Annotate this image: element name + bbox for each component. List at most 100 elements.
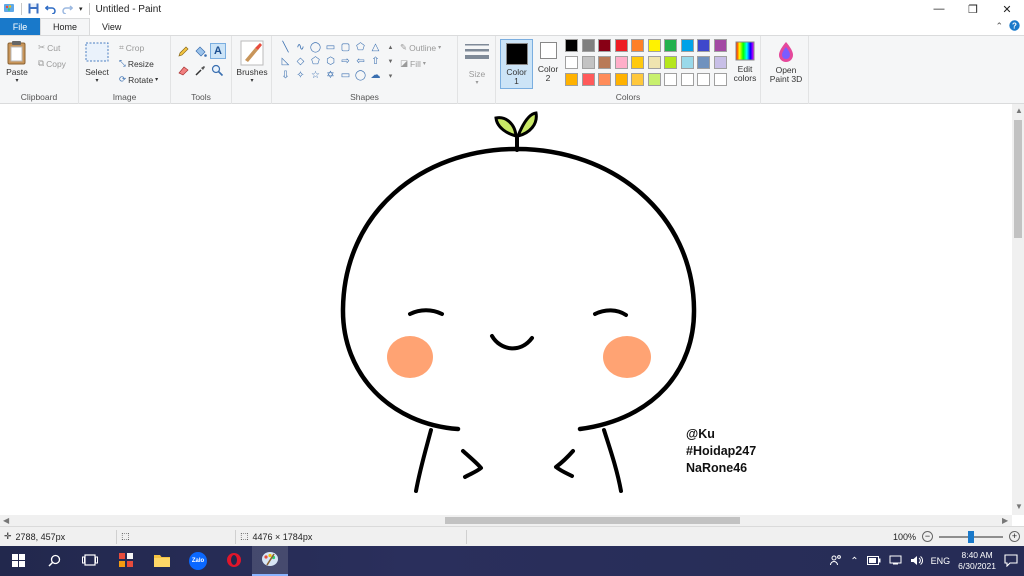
brushes-button[interactable]: Brushes ▾	[236, 40, 268, 86]
hexagon-shape-icon[interactable]: ⬡	[323, 55, 338, 69]
palette-swatch[interactable]	[631, 73, 644, 86]
four-point-star-shape-icon[interactable]: ✧	[293, 69, 308, 83]
drawing-canvas[interactable]	[0, 104, 1012, 515]
palette-swatch[interactable]	[697, 39, 710, 52]
show-hidden-icons-chevron-icon[interactable]: ⌃	[850, 556, 858, 567]
taskbar-opera[interactable]	[216, 546, 252, 576]
vertical-scroll-thumb[interactable]	[1014, 120, 1022, 238]
taskbar-app-store[interactable]	[108, 546, 144, 576]
palette-swatch[interactable]	[664, 56, 677, 69]
cut-button[interactable]: ✂ Cut	[38, 42, 60, 53]
gallery-scroll-down-icon[interactable]: ▼	[383, 55, 398, 69]
palette-swatch[interactable]	[680, 73, 694, 86]
palette-swatch[interactable]	[631, 56, 644, 69]
gallery-expand-icon[interactable]: ▾	[383, 69, 398, 83]
right-triangle-shape-icon[interactable]: ◺	[278, 55, 293, 69]
palette-swatch[interactable]	[680, 56, 694, 69]
right-arrow-shape-icon[interactable]: ⇨	[338, 55, 353, 69]
color2-button[interactable]: Color 2	[536, 42, 560, 83]
notifications-icon[interactable]	[1004, 553, 1018, 569]
palette-swatch[interactable]	[647, 56, 661, 69]
text-tool-icon[interactable]: A	[210, 43, 226, 59]
palette-swatch[interactable]	[664, 39, 677, 52]
palette-swatch[interactable]	[581, 56, 595, 69]
pencil-icon[interactable]	[177, 45, 190, 60]
palette-swatch[interactable]	[565, 39, 578, 52]
curve-shape-icon[interactable]: ∿	[293, 41, 308, 55]
paste-button[interactable]: Paste ▾	[6, 40, 28, 86]
zoom-slider-thumb[interactable]	[968, 530, 974, 543]
volume-icon[interactable]	[910, 555, 923, 568]
close-button[interactable]: ✕	[990, 0, 1024, 18]
people-icon[interactable]	[830, 554, 842, 568]
six-point-star-shape-icon[interactable]: ✡	[323, 69, 338, 83]
collapse-ribbon-chevron-icon[interactable]: ⌃	[995, 21, 1003, 32]
oval-shape-icon[interactable]: ◯	[308, 41, 323, 55]
zoom-in-button[interactable]: +	[1009, 531, 1020, 542]
network-icon[interactable]	[889, 555, 902, 567]
palette-swatch[interactable]	[647, 39, 661, 52]
save-icon[interactable]	[28, 3, 39, 16]
left-arrow-shape-icon[interactable]: ⇦	[353, 55, 368, 69]
zoom-slider[interactable]	[939, 530, 1003, 543]
pentagon-shape-icon[interactable]: ⬠	[308, 55, 323, 69]
scroll-left-arrow-icon[interactable]: ◀	[3, 516, 9, 525]
tab-view[interactable]: View	[90, 18, 133, 35]
eraser-icon[interactable]	[177, 64, 190, 79]
input-language[interactable]: ENG	[931, 556, 951, 566]
magnifier-icon[interactable]	[211, 64, 224, 79]
help-icon[interactable]: ?	[1009, 20, 1020, 33]
five-point-star-shape-icon[interactable]: ☆	[308, 69, 323, 83]
palette-swatch[interactable]	[598, 73, 611, 86]
up-arrow-shape-icon[interactable]: ⇧	[368, 55, 383, 69]
tab-file[interactable]: File	[0, 18, 40, 35]
size-button[interactable]: Size ▾	[463, 41, 491, 88]
cloud-callout-shape-icon[interactable]: ☁	[368, 69, 383, 83]
palette-swatch[interactable]	[680, 39, 694, 52]
customize-toolbar-chevron-icon[interactable]: ▾	[79, 5, 83, 13]
down-arrow-shape-icon[interactable]: ⇩	[278, 69, 293, 83]
taskbar-zalo[interactable]: Zalo	[180, 546, 216, 576]
triangle-shape-icon[interactable]: △	[368, 41, 383, 55]
oval-callout-shape-icon[interactable]: ◯	[353, 69, 368, 83]
search-button[interactable]	[36, 546, 72, 576]
scroll-up-arrow-icon[interactable]: ▲	[1015, 106, 1023, 115]
palette-swatch[interactable]	[697, 56, 710, 69]
diamond-shape-icon[interactable]: ◇	[293, 55, 308, 69]
palette-swatch[interactable]	[664, 73, 677, 86]
palette-swatch[interactable]	[581, 73, 595, 86]
copy-button[interactable]: ⧉ Copy	[38, 58, 66, 69]
palette-swatch[interactable]	[631, 39, 644, 52]
palette-swatch[interactable]	[713, 73, 727, 86]
vertical-scrollbar[interactable]: ▲ ▼	[1012, 104, 1024, 515]
palette-swatch[interactable]	[565, 73, 578, 86]
battery-icon[interactable]	[866, 555, 881, 567]
start-button[interactable]	[0, 546, 36, 576]
palette-swatch[interactable]	[598, 39, 611, 52]
outline-button[interactable]: ✎ Outline ▾	[400, 42, 441, 53]
rounded-rectangle-shape-icon[interactable]: ▢	[338, 41, 353, 55]
redo-icon[interactable]	[62, 3, 74, 16]
color-picker-icon[interactable]	[194, 64, 207, 79]
scroll-right-arrow-icon[interactable]: ▶	[1002, 516, 1008, 525]
horizontal-scrollbar[interactable]: ◀ ▶	[0, 515, 1012, 526]
palette-swatch[interactable]	[697, 73, 710, 86]
palette-swatch[interactable]	[598, 56, 611, 69]
zoom-out-button[interactable]: −	[922, 531, 933, 542]
rounded-callout-shape-icon[interactable]: ▭	[338, 69, 353, 83]
taskbar-paint[interactable]	[252, 546, 288, 576]
edit-colors-button[interactable]: Edit colors	[730, 41, 760, 83]
palette-swatch[interactable]	[614, 39, 628, 52]
fill-bucket-icon[interactable]	[194, 45, 207, 60]
line-shape-icon[interactable]: ╲	[278, 41, 293, 55]
minimize-button[interactable]: —	[922, 0, 956, 18]
palette-swatch[interactable]	[647, 73, 661, 86]
clock[interactable]: 8:40 AM 6/30/2021	[958, 550, 996, 572]
open-paint3d-button[interactable]: Open Paint 3D	[765, 41, 807, 84]
task-view-button[interactable]	[72, 546, 108, 576]
rectangle-shape-icon[interactable]: ▭	[323, 41, 338, 55]
palette-swatch[interactable]	[614, 56, 628, 69]
taskbar-file-explorer[interactable]	[144, 546, 180, 576]
palette-swatch[interactable]	[713, 39, 727, 52]
fill-button[interactable]: ◪ Fill ▾	[400, 58, 426, 69]
